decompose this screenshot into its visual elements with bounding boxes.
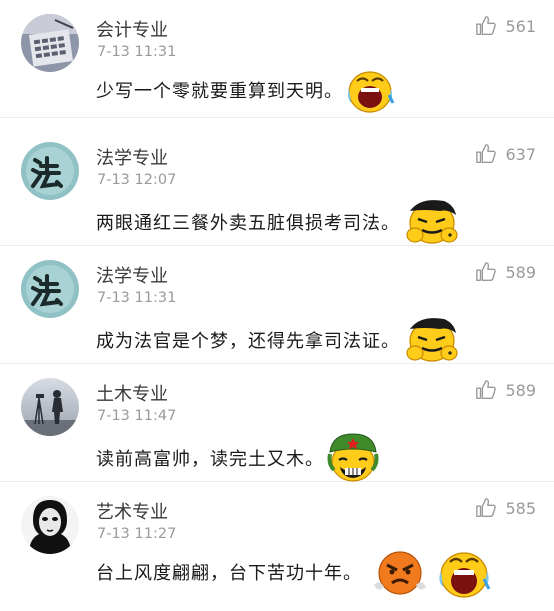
thumbs-up-icon [475, 15, 497, 37]
comment-item: 土木专业 7-13 11:47 589 读前高富帅，读完土又木。 [0, 364, 554, 482]
like-button[interactable]: 637 [475, 143, 536, 165]
like-count: 589 [505, 262, 536, 282]
comment-text: 两眼通红三餐外卖五脏俱损考司法。 [96, 213, 400, 234]
comment-text: 少写一个零就要重算到天明。 [96, 81, 343, 102]
thumbs-up-icon [475, 261, 497, 283]
crying-face-icon [345, 65, 395, 115]
like-button[interactable]: 585 [475, 497, 536, 519]
timestamp: 7-13 11:31 [97, 44, 177, 60]
like-button[interactable]: 589 [475, 261, 536, 283]
like-count: 637 [505, 144, 536, 164]
fa-calligraphy-avatar-icon[interactable] [21, 260, 79, 318]
username[interactable]: 艺术专业 [96, 498, 168, 524]
thumbs-up-icon [475, 143, 497, 165]
portrait-avatar-icon[interactable] [21, 496, 79, 554]
thumbs-up-icon [475, 497, 497, 519]
soldier-grin-face-icon [326, 432, 380, 484]
timestamp: 7-13 11:47 [97, 408, 177, 424]
comment-text: 读前高富帅，读完土又木。 [96, 449, 324, 470]
exhausted-face-icon [402, 197, 460, 247]
fa-calligraphy-avatar-icon[interactable] [21, 142, 79, 200]
comment-item: 艺术专业 7-13 11:27 585 台上风度翩翩，台下苦功十年。 [0, 482, 554, 611]
comment-item: 会计专业 7-13 11:31 561 少写一个零就要重算到天明。 [0, 0, 554, 118]
timestamp: 7-13 11:31 [97, 290, 177, 306]
comment-item: 法学专业 7-13 11:31 589 成为法官是个梦，还得先拿司法证。 [0, 246, 554, 364]
like-button[interactable]: 589 [475, 379, 536, 401]
like-count: 561 [505, 16, 536, 36]
username[interactable]: 法学专业 [96, 262, 168, 288]
thumbs-up-icon [475, 379, 497, 401]
timestamp: 7-13 12:07 [97, 172, 177, 188]
surveyor-avatar-icon[interactable] [21, 378, 79, 436]
username[interactable]: 会计专业 [96, 16, 168, 42]
like-count: 585 [505, 498, 536, 518]
angry-face-icon [370, 545, 428, 599]
username[interactable]: 法学专业 [96, 144, 168, 170]
username[interactable]: 土木专业 [96, 380, 168, 406]
like-button[interactable]: 561 [475, 15, 536, 37]
like-count: 589 [505, 380, 536, 400]
comment-text: 台上风度翩翩，台下苦功十年。 [96, 563, 362, 584]
comment-text: 成为法官是个梦，还得先拿司法证。 [96, 331, 400, 352]
comment-item: 法学专业 7-13 12:07 637 两眼通红三餐外卖五脏俱损考司法。 [0, 128, 554, 246]
calculator-avatar-icon[interactable] [21, 14, 79, 72]
timestamp: 7-13 11:27 [97, 526, 177, 542]
exhausted-face-icon [402, 315, 460, 365]
crying-face-icon [436, 543, 492, 601]
